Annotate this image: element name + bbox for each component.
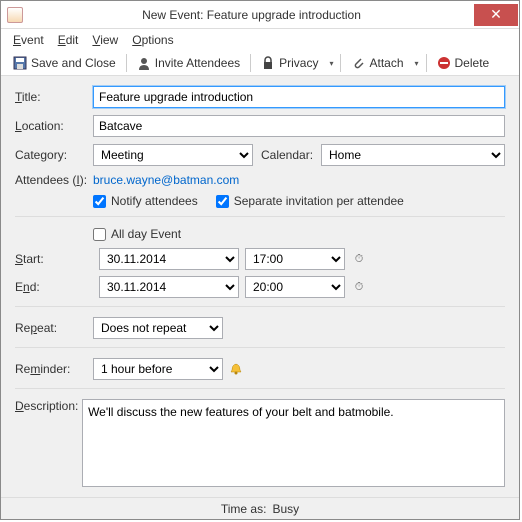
- divider: [15, 347, 505, 348]
- menu-edit[interactable]: Edit: [52, 31, 85, 49]
- title-input[interactable]: [93, 86, 505, 108]
- invite-label: Invite Attendees: [155, 56, 240, 70]
- close-icon: ✕: [490, 6, 502, 23]
- end-time-select[interactable]: 20:00: [245, 276, 345, 298]
- notify-label: Notify attendees: [111, 194, 198, 208]
- description-textarea[interactable]: [82, 399, 505, 487]
- calendar-app-icon: [7, 7, 23, 23]
- menu-view[interactable]: View: [86, 31, 124, 49]
- allday-label: All day Event: [111, 227, 181, 241]
- start-label: Start:: [15, 252, 93, 266]
- timeas-value[interactable]: Busy: [272, 502, 299, 516]
- category-select[interactable]: Meeting: [93, 144, 253, 166]
- attendees-label: Attendees (I):: [15, 173, 93, 187]
- category-label: Category:: [15, 148, 93, 162]
- separator: [426, 54, 427, 72]
- bell-icon: [229, 362, 243, 376]
- menubar: Event Edit View Options: [1, 29, 519, 51]
- attach-dropdown[interactable]: ▾: [412, 59, 422, 68]
- delete-label: Delete: [455, 56, 490, 70]
- repeat-label: Repeat:: [15, 321, 93, 335]
- titlebar: New Event: Feature upgrade introduction …: [1, 1, 519, 29]
- start-date-select[interactable]: 30.11.2014: [99, 248, 239, 270]
- divider: [15, 216, 505, 217]
- separator: [126, 54, 127, 72]
- timezone-start-icon[interactable]: ⏱: [351, 251, 367, 267]
- menu-event[interactable]: Event: [7, 31, 50, 49]
- attendee-link[interactable]: bruce.wayne@batman.com: [93, 173, 239, 187]
- reminder-label: Reminder:: [15, 362, 93, 376]
- description-label: Description:: [15, 399, 82, 413]
- calendar-select[interactable]: Home: [321, 144, 505, 166]
- invite-attendees-button[interactable]: Invite Attendees: [131, 54, 246, 72]
- timeas-label: Time as:: [221, 502, 267, 516]
- statusbar: Time as: Busy: [1, 497, 519, 519]
- form-content: Title: Location: Category: Meeting Calen…: [1, 76, 519, 497]
- menu-options[interactable]: Options: [126, 31, 179, 49]
- save-and-close-button[interactable]: Save and Close: [7, 54, 122, 72]
- reminder-select[interactable]: 1 hour before: [93, 358, 223, 380]
- end-date-select[interactable]: 30.11.2014: [99, 276, 239, 298]
- location-label: Location:: [15, 119, 93, 133]
- repeat-select[interactable]: Does not repeat: [93, 317, 223, 339]
- window-title: New Event: Feature upgrade introduction: [29, 8, 474, 22]
- privacy-label: Privacy: [279, 56, 318, 70]
- attach-button[interactable]: Attach: [345, 54, 409, 72]
- paperclip-icon: [351, 56, 365, 70]
- person-icon: [137, 56, 151, 70]
- close-button[interactable]: ✕: [474, 4, 518, 26]
- privacy-dropdown[interactable]: ▾: [326, 59, 336, 68]
- save-icon: [13, 56, 27, 70]
- location-input[interactable]: [93, 115, 505, 137]
- delete-icon: [437, 56, 451, 70]
- divider: [15, 306, 505, 307]
- title-label: Title:: [15, 90, 93, 104]
- separator: [250, 54, 251, 72]
- end-label: End:: [15, 280, 93, 294]
- delete-button[interactable]: Delete: [431, 54, 496, 72]
- attach-label: Attach: [369, 56, 403, 70]
- divider: [15, 388, 505, 389]
- separate-invite-checkbox[interactable]: Separate invitation per attendee: [216, 194, 404, 208]
- lock-icon: [261, 56, 275, 70]
- privacy-button[interactable]: Privacy: [255, 54, 324, 72]
- toolbar: Save and Close Invite Attendees Privacy …: [1, 51, 519, 76]
- timezone-end-icon[interactable]: ⏱: [351, 279, 367, 295]
- notify-checkbox[interactable]: Notify attendees: [93, 194, 198, 208]
- start-time-select[interactable]: 17:00: [245, 248, 345, 270]
- separate-label: Separate invitation per attendee: [234, 194, 404, 208]
- event-window: New Event: Feature upgrade introduction …: [0, 0, 520, 520]
- calendar-label: Calendar:: [261, 148, 321, 162]
- separator: [340, 54, 341, 72]
- allday-checkbox[interactable]: All day Event: [93, 227, 181, 241]
- save-label: Save and Close: [31, 56, 116, 70]
